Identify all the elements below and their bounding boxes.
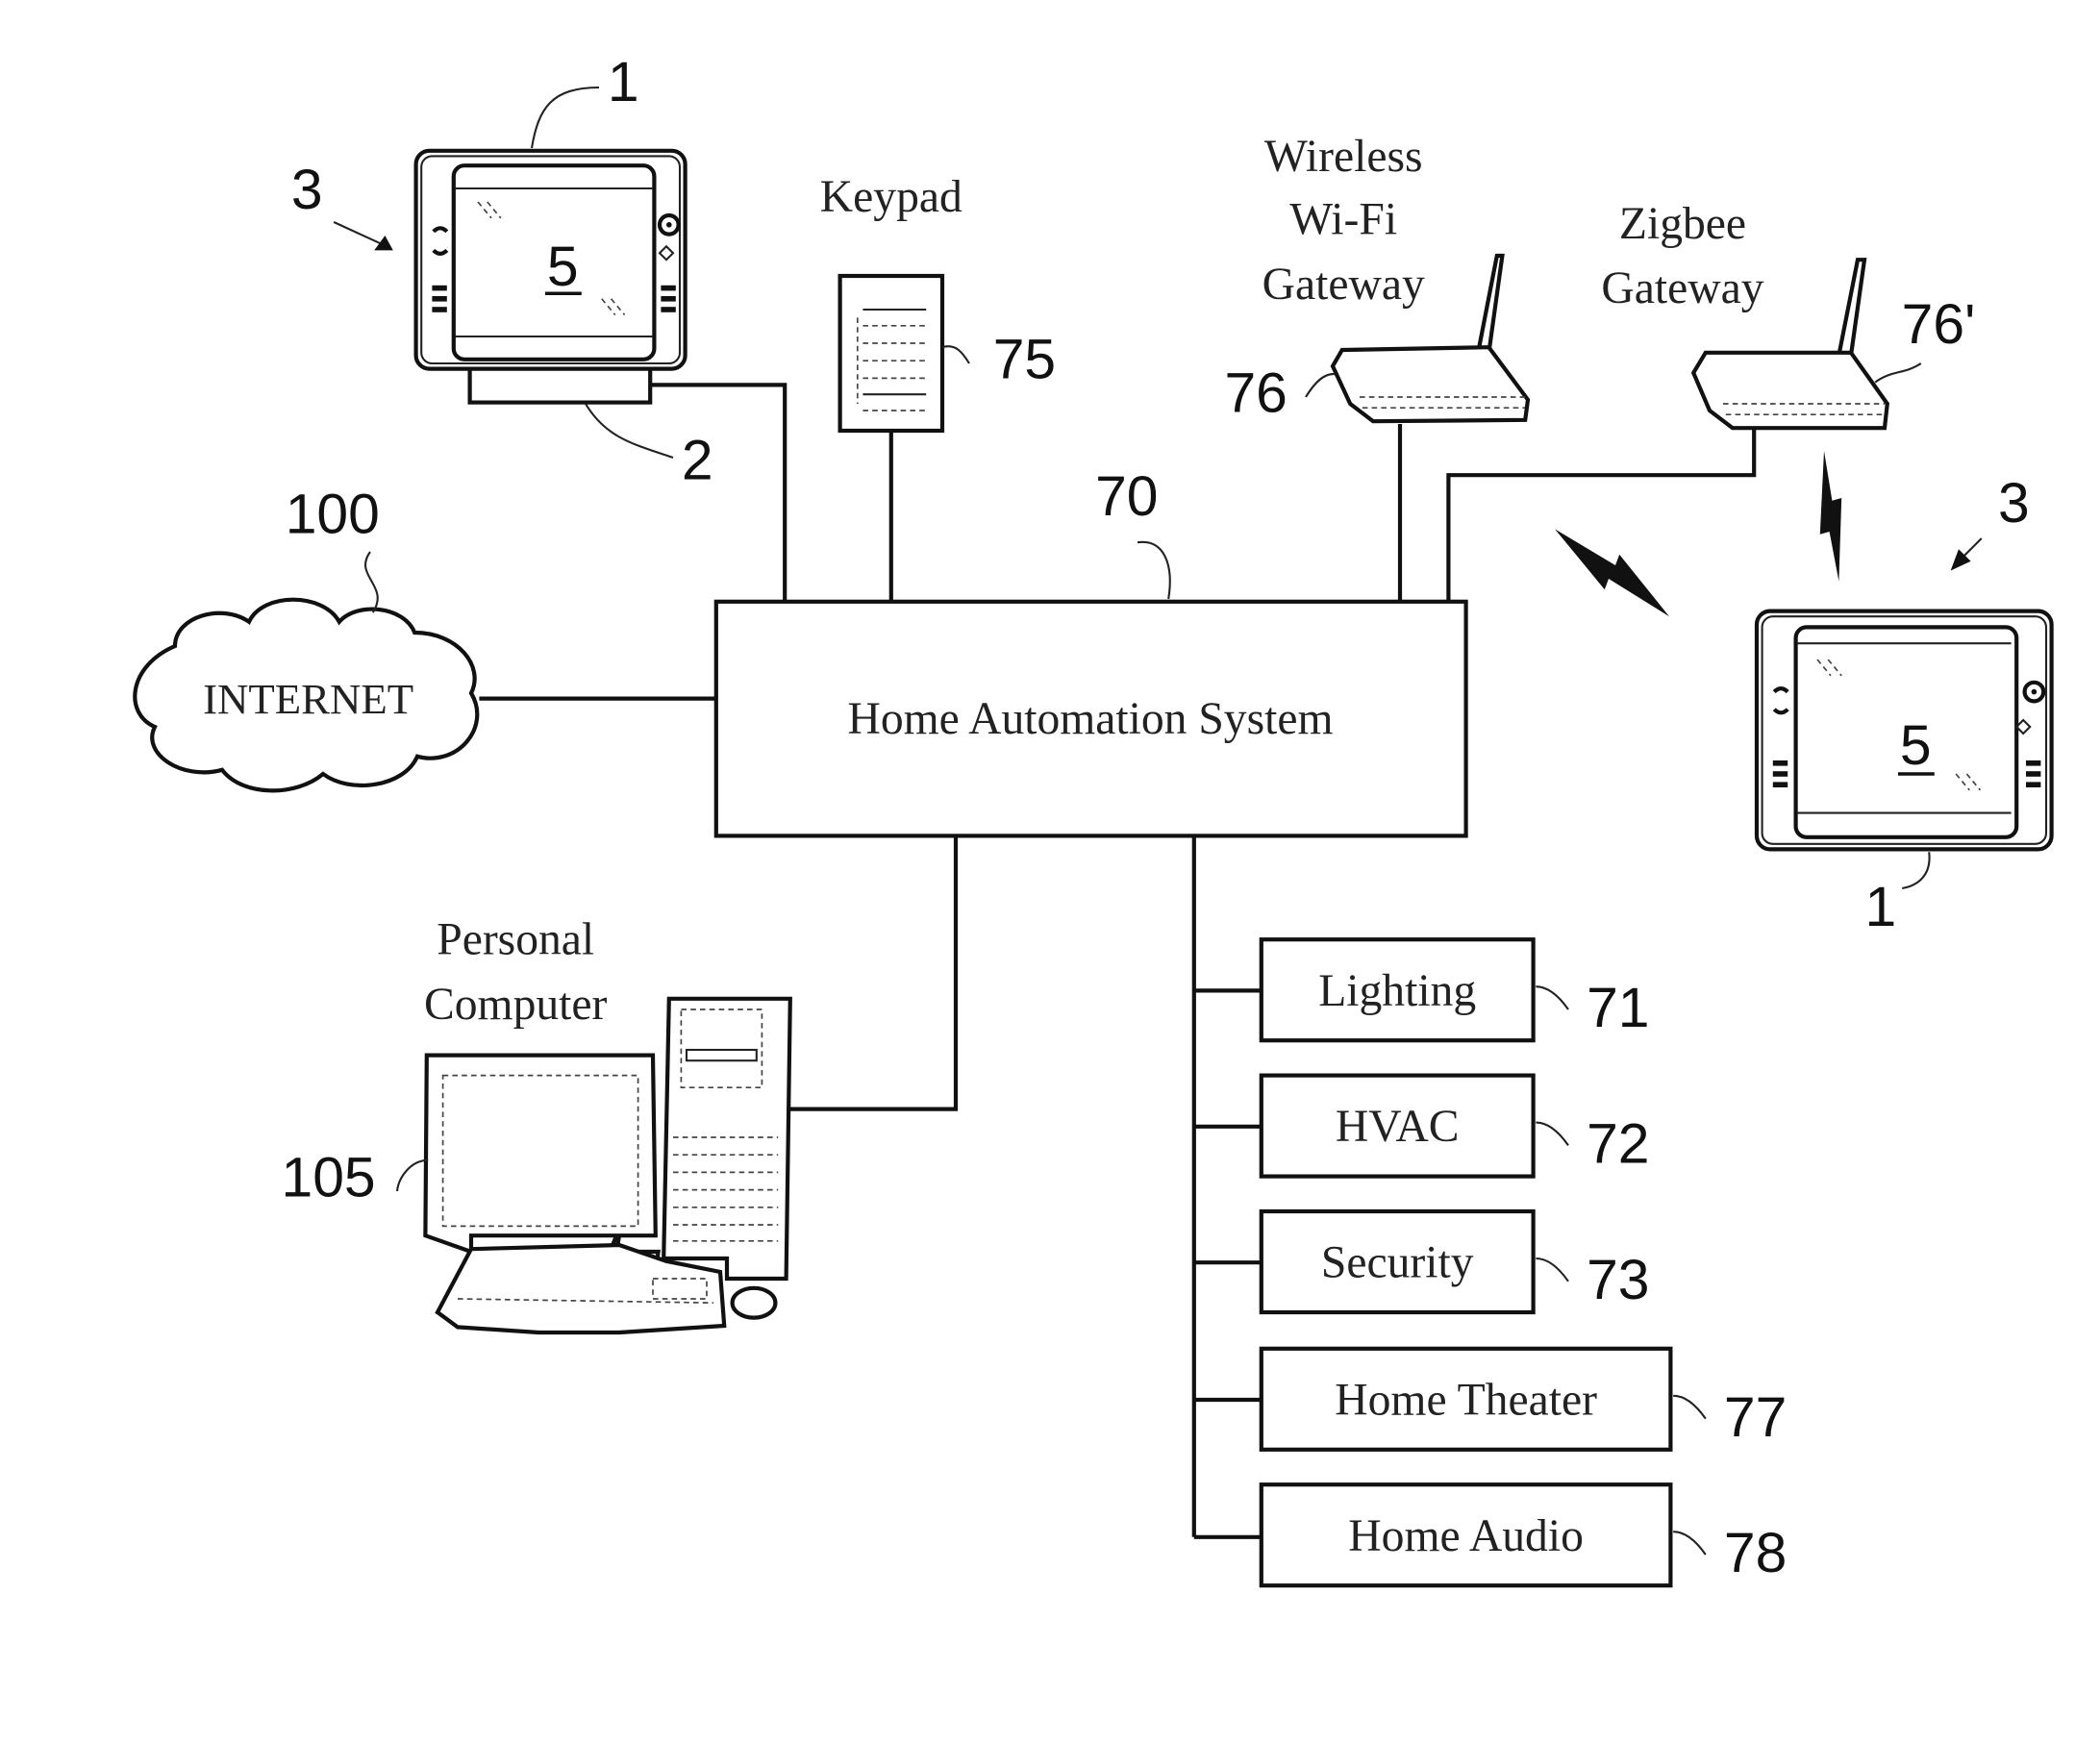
home-automation-system[interactable]: Home Automation System 70 [713,465,1468,838]
lightning-bolt-icon [1555,529,1669,617]
leader-1 [1902,852,1931,890]
wifi-gateway-label-3: Gateway [1262,260,1425,310]
docked-tablet[interactable]: 5 1 3 2 [291,51,713,491]
leader-1 [530,86,600,149]
internet-cloud[interactable]: INTERNET 100 [133,483,480,793]
keypad-label: Keypad [820,172,962,222]
zigbee-gateway-ref-76-prime: 76' [1902,293,1976,356]
zigbee-gateway[interactable]: Zigbee Gateway 76' [1601,199,1976,431]
pc-label-1: Personal [437,915,594,965]
subsystem-ref: 71 [1587,977,1649,1039]
subsystem-hvac[interactable]: HVAC 72 [1259,1073,1650,1179]
subsystem-home-audio[interactable]: Home Audio 78 [1259,1482,1788,1588]
wifi-gateway[interactable]: Wireless Wi-Fi Gateway 76 [1224,132,1531,425]
antenna-icon [1475,253,1505,355]
subsystem-label: Home Theater [1335,1375,1597,1425]
leader-2 [585,403,674,459]
subsystem-ref: 77 [1724,1386,1787,1449]
leader [1536,1121,1569,1147]
router-icon[interactable] [1330,345,1531,424]
ref-100: 100 [286,483,380,545]
wifi-gateway-label-2: Wi-Fi [1289,195,1397,245]
leader-100 [364,551,379,613]
leader-76 [1305,373,1336,398]
pc-tower[interactable] [662,996,792,1282]
body-ref-1: 1 [608,51,639,113]
leader-70 [1137,540,1171,600]
internet-label: INTERNET [203,675,413,723]
pc-ref-105: 105 [282,1147,376,1209]
zigbee-gateway-label-1: Zigbee [1619,199,1746,249]
docking-station[interactable] [467,365,653,405]
mouse[interactable] [730,1285,778,1320]
subsystem-label: Security [1321,1238,1474,1288]
link-personal-computer [789,835,959,1111]
monitor[interactable] [423,1053,661,1275]
home-automation-system-label: Home Automation System [847,694,1333,744]
router-icon[interactable] [1690,350,1889,431]
body-ref-1: 1 [1864,876,1896,938]
personal-computer[interactable]: Personal Computer 105 [282,915,792,1335]
ref-70: 70 [1095,465,1158,528]
leader [1673,1531,1707,1556]
leader-76-prime [1874,362,1922,384]
subsystem-lighting[interactable]: Lighting 71 [1259,937,1650,1043]
device-ref-3: 3 [1998,472,2030,535]
subsystem-ref: 73 [1587,1249,1649,1311]
subsystem-label: Lighting [1318,966,1476,1016]
leader [1536,985,1569,1010]
zigbee-gateway-label-2: Gateway [1601,263,1763,313]
subsystem-home-theater[interactable]: Home Theater 77 [1259,1346,1788,1452]
pc-label-2: Computer [424,980,608,1030]
home-automation-diagram: Home Automation System 70 INTERNET 100 5 [133,51,2054,1588]
keypad[interactable]: Keypad 75 [820,172,1056,434]
leader [1536,1257,1569,1282]
keypad-ref-75: 75 [993,328,1056,390]
leader-75 [941,345,970,364]
subsystem-ref: 72 [1587,1113,1649,1176]
screen-ref-5: 5 [1900,714,1932,777]
arrow-3 [333,221,385,246]
leader [1673,1394,1707,1420]
subsystem-ref: 78 [1724,1522,1787,1584]
wifi-gateway-ref-76: 76 [1224,361,1287,424]
dock-ref-2: 2 [682,429,713,491]
subsystem-label: Home Audio [1348,1511,1584,1561]
keypad-body[interactable] [838,273,945,434]
leader-105 [395,1158,429,1192]
device-ref-3: 3 [291,159,323,221]
screen-ref-5: 5 [547,236,579,298]
wireless-tablet[interactable]: 3 5 1 [1754,472,2054,938]
subsystem-label: HVAC [1336,1102,1460,1152]
link-tablet-dock [650,383,788,602]
lightning-bolt-icon [1819,451,1842,582]
wifi-gateway-label-1: Wireless [1264,132,1423,182]
subsystem-security[interactable]: Security 73 [1259,1208,1650,1315]
antenna-icon [1836,258,1867,358]
